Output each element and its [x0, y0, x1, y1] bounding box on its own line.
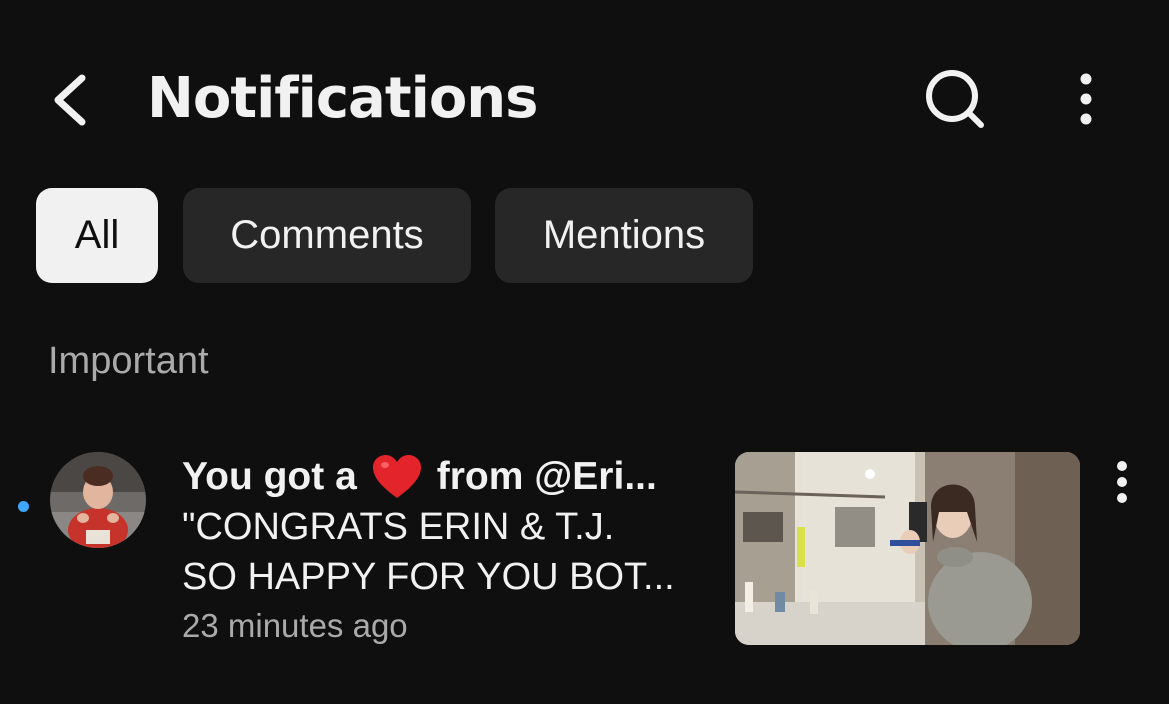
notification-timestamp: 23 minutes ago [182, 607, 408, 644]
notifications-screen: Notifications All Comments Mentions Impo… [0, 0, 1169, 704]
search-button[interactable] [918, 68, 990, 134]
back-button[interactable] [44, 70, 96, 130]
chevron-left-icon [54, 74, 86, 126]
unread-indicator [18, 501, 29, 512]
notification-more-button[interactable] [1104, 458, 1140, 506]
notification-thumbnail[interactable] [735, 452, 1080, 645]
heart-icon [372, 455, 421, 498]
more-options-button[interactable] [1068, 70, 1104, 130]
filter-chip-comments[interactable]: Comments [183, 188, 471, 283]
search-icon [926, 70, 984, 128]
page-title: Notifications [147, 66, 538, 131]
notification-title: You got a from @Eri... [182, 452, 717, 502]
section-heading: Important [48, 340, 209, 382]
avatar [50, 452, 146, 548]
notification-content: You got a from @Eri... "CONGRATS ERIN & … [182, 452, 717, 650]
more-vertical-icon [1080, 73, 1092, 125]
notification-title-prefix: You got a [182, 455, 357, 498]
filter-chip-all[interactable]: All [36, 188, 158, 283]
notification-title-suffix: from @Eri... [436, 455, 657, 498]
notification-snippet-line1: "CONGRATS ERIN & T.J. [182, 506, 615, 548]
more-vertical-icon [1117, 461, 1127, 503]
filter-chip-mentions[interactable]: Mentions [495, 188, 753, 283]
notification-item[interactable]: You got a from @Eri... "CONGRATS ERIN & … [0, 440, 1169, 660]
notification-snippet-line2: SO HAPPY FOR YOU BOT... [182, 556, 675, 598]
